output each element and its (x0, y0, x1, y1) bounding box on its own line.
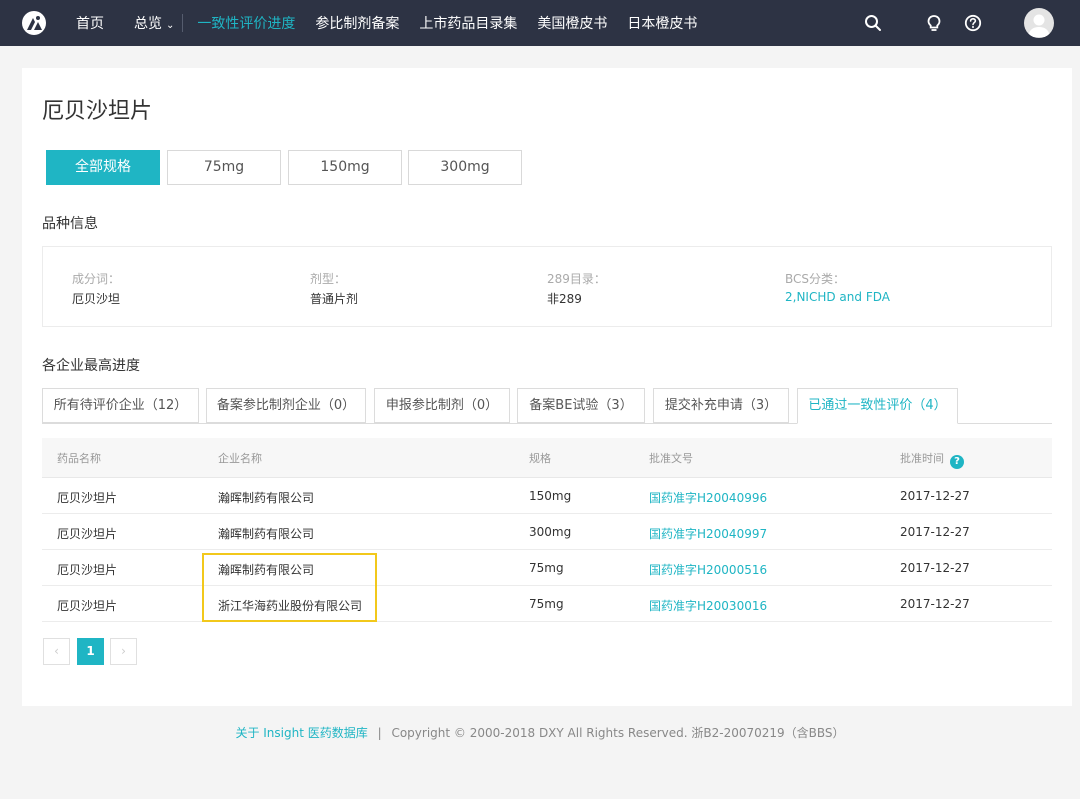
bcs-class-label: BCS分类： (785, 272, 846, 286)
dosage-form-label: 剂型： (310, 272, 347, 286)
col-approval-no: 批准文号 (649, 452, 693, 465)
nav-overview[interactable]: 总览 ⌄ (134, 13, 174, 33)
cell-drug-name: 厄贝沙坦片 (57, 527, 118, 541)
cell-approval-date: 2017-12-27 (900, 597, 970, 611)
nav-jp-orange-book[interactable]: 日本橙皮书 (627, 13, 697, 33)
cell-spec: 75mg (529, 597, 564, 611)
nav-home[interactable]: 首页 (76, 13, 104, 33)
about-insight-link[interactable]: 关于 Insight 医药数据库 (235, 726, 367, 740)
bcs-class-link[interactable]: 2,NICHD and FDA (785, 290, 890, 304)
tab-supplementary[interactable]: 提交补充申请（3） (653, 388, 789, 423)
cell-spec: 300mg (529, 525, 572, 539)
footer-separator: | (377, 726, 382, 740)
nav-consistency-progress[interactable]: 一致性评价进度 (197, 13, 295, 33)
cell-drug-name: 厄贝沙坦片 (57, 599, 118, 613)
lightbulb-icon[interactable] (925, 14, 943, 32)
next-page-button[interactable]: › (110, 638, 137, 665)
ingredient-value: 厄贝沙坦 (72, 292, 121, 306)
catalog-289-value: 非289 (547, 292, 582, 306)
spec-75mg-button[interactable]: 75mg (167, 150, 281, 185)
cell-approval-link[interactable]: 国药准字H20030016 (649, 597, 767, 614)
prev-page-button[interactable]: ‹ (43, 638, 70, 665)
nav-divider (182, 14, 184, 32)
cell-drug-name: 厄贝沙坦片 (57, 563, 118, 577)
tab-passed-consistency[interactable]: 已通过一致性评价（4） (797, 388, 958, 424)
cell-approval-date: 2017-12-27 (900, 561, 970, 575)
main-nav: 首页 总览 ⌄ 一致性评价进度 参比制剂备案 上市药品目录集 美国橙皮书 日本橙皮… (76, 0, 697, 46)
tab-be-trial[interactable]: 备案BE试验（3） (517, 388, 645, 423)
table-header: 药品名称 企业名称 规格 批准文号 批准时间? (42, 438, 1052, 478)
spec-300mg-button[interactable]: 300mg (408, 150, 522, 185)
results-table: 药品名称 企业名称 规格 批准文号 批准时间? 厄贝沙坦片 瀚晖制药有限公司 1… (42, 438, 1052, 622)
cell-drug-name: 厄贝沙坦片 (57, 491, 118, 505)
page-1-button[interactable]: 1 (77, 638, 104, 665)
spec-all-button[interactable]: 全部规格 (46, 150, 160, 185)
question-icon[interactable]: ? (950, 455, 964, 469)
col-drug-name: 药品名称 (57, 452, 101, 465)
tab-all-pending[interactable]: 所有待评价企业（12） (42, 388, 199, 423)
tab-reference-filed[interactable]: 备案参比制剂企业（0） (206, 388, 366, 423)
variety-info-box: 成分词： 厄贝沙坦 剂型： 普通片剂 289目录： 非289 BCS分类： 2,… (42, 246, 1052, 327)
enterprise-progress-title: 各企业最高进度 (42, 358, 140, 374)
nav-overview-label: 总览 (134, 16, 162, 32)
search-icon[interactable] (864, 14, 882, 32)
top-nav-bar: 首页 总览 ⌄ 一致性评价进度 参比制剂备案 上市药品目录集 美国橙皮书 日本橙皮… (0, 0, 1080, 46)
chevron-down-icon: ⌄ (166, 20, 175, 31)
nav-us-orange-book[interactable]: 美国橙皮书 (537, 13, 607, 33)
ingredient-label: 成分词： (72, 272, 121, 286)
copyright-text: Copyright © 2000-2018 DXY All Rights Res… (391, 726, 845, 740)
cell-spec: 150mg (529, 489, 572, 503)
cell-approval-date: 2017-12-27 (900, 525, 970, 539)
col-approval-date-label: 批准时间 (900, 452, 944, 465)
table-row: 厄贝沙坦片 瀚晖制药有限公司 300mg 国药准字H20040997 2017-… (42, 514, 1052, 550)
tab-reference-declared[interactable]: 申报参比制剂（0） (374, 388, 510, 423)
cell-company: 瀚晖制药有限公司 (218, 491, 315, 505)
user-avatar[interactable] (1024, 8, 1054, 38)
col-company-name: 企业名称 (218, 452, 262, 465)
logo-icon[interactable] (21, 10, 47, 36)
table-row: 厄贝沙坦片 浙江华海药业股份有限公司 75mg 国药准字H20030016 20… (42, 586, 1052, 622)
page-title: 厄贝沙坦片 (42, 99, 153, 124)
cell-approval-link[interactable]: 国药准字H20040996 (649, 489, 767, 506)
cell-approval-link[interactable]: 国药准字H20000516 (649, 561, 767, 578)
help-icon[interactable] (964, 14, 982, 32)
cell-approval-date: 2017-12-27 (900, 489, 970, 503)
avatar-icon (1028, 14, 1050, 37)
catalog-289-label: 289目录： (547, 272, 606, 286)
dosage-form-value: 普通片剂 (310, 292, 359, 306)
cell-company: 瀚晖制药有限公司 (218, 527, 315, 541)
col-spec: 规格 (529, 452, 551, 465)
spec-150mg-button[interactable]: 150mg (288, 150, 402, 185)
variety-info-title: 品种信息 (42, 216, 98, 232)
cell-spec: 75mg (529, 561, 564, 575)
col-approval-date: 批准时间? (900, 450, 964, 469)
main-card: 厄贝沙坦片 全部规格 75mg 150mg 300mg 品种信息 成分词： 厄贝… (22, 68, 1072, 706)
footer: 关于 Insight 医药数据库 | Copyright © 2000-2018… (0, 724, 1080, 741)
table-row: 厄贝沙坦片 瀚晖制药有限公司 150mg 国药准字H20040996 2017-… (42, 478, 1052, 514)
table-row: 厄贝沙坦片 瀚晖制药有限公司 75mg 国药准字H20000516 2017-1… (42, 550, 1052, 586)
nav-reference-filing[interactable]: 参比制剂备案 (315, 13, 399, 33)
nav-listed-catalog[interactable]: 上市药品目录集 (419, 13, 517, 33)
highlight-box (202, 553, 377, 622)
cell-approval-link[interactable]: 国药准字H20040997 (649, 525, 767, 542)
